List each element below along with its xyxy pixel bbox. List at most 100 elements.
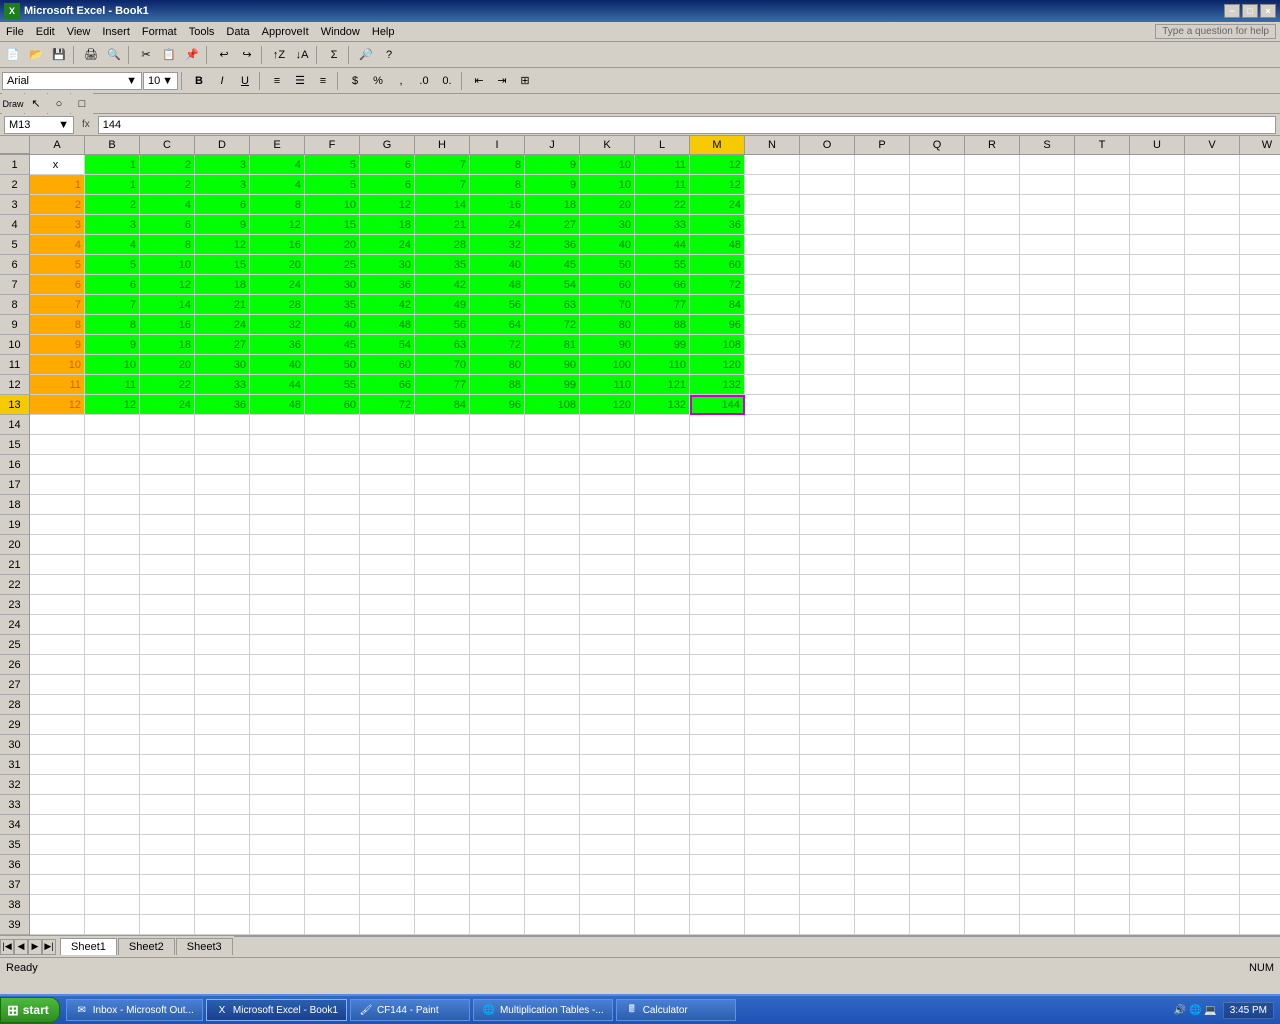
cell-Q17[interactable] bbox=[910, 475, 965, 495]
cell-Q24[interactable] bbox=[910, 615, 965, 635]
cell-D20[interactable] bbox=[195, 535, 250, 555]
cell-I37[interactable] bbox=[470, 875, 525, 895]
cell-W4[interactable] bbox=[1240, 215, 1280, 235]
cell-C30[interactable] bbox=[140, 735, 195, 755]
cell-T27[interactable] bbox=[1075, 675, 1130, 695]
cell-F17[interactable] bbox=[305, 475, 360, 495]
cell-I38[interactable] bbox=[470, 895, 525, 915]
cell-M20[interactable] bbox=[690, 535, 745, 555]
cell-L12[interactable]: 121 bbox=[635, 375, 690, 395]
cell-H38[interactable] bbox=[415, 895, 470, 915]
row-num-26[interactable]: 26 bbox=[0, 655, 30, 675]
cell-N4[interactable] bbox=[745, 215, 800, 235]
cell-V16[interactable] bbox=[1185, 455, 1240, 475]
cell-I7[interactable]: 48 bbox=[470, 275, 525, 295]
cell-Q27[interactable] bbox=[910, 675, 965, 695]
cell-L10[interactable]: 99 bbox=[635, 335, 690, 355]
cell-A36[interactable] bbox=[30, 855, 85, 875]
cell-O4[interactable] bbox=[800, 215, 855, 235]
cell-K25[interactable] bbox=[580, 635, 635, 655]
cell-L19[interactable] bbox=[635, 515, 690, 535]
cell-A13[interactable]: 12 bbox=[30, 395, 85, 415]
cell-H31[interactable] bbox=[415, 755, 470, 775]
menu-insert[interactable]: Insert bbox=[96, 24, 136, 40]
cell-L34[interactable] bbox=[635, 815, 690, 835]
cell-B39[interactable] bbox=[85, 915, 140, 935]
cell-R26[interactable] bbox=[965, 655, 1020, 675]
cell-Q19[interactable] bbox=[910, 515, 965, 535]
cell-C27[interactable] bbox=[140, 675, 195, 695]
cell-R4[interactable] bbox=[965, 215, 1020, 235]
cell-W34[interactable] bbox=[1240, 815, 1280, 835]
cell-V19[interactable] bbox=[1185, 515, 1240, 535]
cell-D11[interactable]: 30 bbox=[195, 355, 250, 375]
cell-L3[interactable]: 22 bbox=[635, 195, 690, 215]
cell-O14[interactable] bbox=[800, 415, 855, 435]
cell-R2[interactable] bbox=[965, 175, 1020, 195]
cell-C13[interactable]: 24 bbox=[140, 395, 195, 415]
cell-A39[interactable] bbox=[30, 915, 85, 935]
cell-J3[interactable]: 18 bbox=[525, 195, 580, 215]
cell-P19[interactable] bbox=[855, 515, 910, 535]
row-num-39[interactable]: 39 bbox=[0, 915, 30, 935]
cell-F31[interactable] bbox=[305, 755, 360, 775]
cell-O33[interactable] bbox=[800, 795, 855, 815]
col-header-B[interactable]: B bbox=[85, 136, 140, 154]
cell-M35[interactable] bbox=[690, 835, 745, 855]
cell-S3[interactable] bbox=[1020, 195, 1075, 215]
cell-L9[interactable]: 88 bbox=[635, 315, 690, 335]
cell-L33[interactable] bbox=[635, 795, 690, 815]
cell-Q15[interactable] bbox=[910, 435, 965, 455]
cell-U15[interactable] bbox=[1130, 435, 1185, 455]
cell-J8[interactable]: 63 bbox=[525, 295, 580, 315]
cell-N27[interactable] bbox=[745, 675, 800, 695]
cell-T37[interactable] bbox=[1075, 875, 1130, 895]
cell-H9[interactable]: 56 bbox=[415, 315, 470, 335]
cell-C36[interactable] bbox=[140, 855, 195, 875]
cell-B28[interactable] bbox=[85, 695, 140, 715]
cell-F3[interactable]: 10 bbox=[305, 195, 360, 215]
cell-A4[interactable]: 3 bbox=[30, 215, 85, 235]
cell-L14[interactable] bbox=[635, 415, 690, 435]
cell-I16[interactable] bbox=[470, 455, 525, 475]
cell-V9[interactable] bbox=[1185, 315, 1240, 335]
cell-J32[interactable] bbox=[525, 775, 580, 795]
cell-N6[interactable] bbox=[745, 255, 800, 275]
cell-P1[interactable] bbox=[855, 155, 910, 175]
cell-F29[interactable] bbox=[305, 715, 360, 735]
cell-C28[interactable] bbox=[140, 695, 195, 715]
cell-U10[interactable] bbox=[1130, 335, 1185, 355]
new-button[interactable]: 📄 bbox=[2, 44, 24, 66]
cell-K20[interactable] bbox=[580, 535, 635, 555]
cell-A33[interactable] bbox=[30, 795, 85, 815]
cell-B13[interactable]: 12 bbox=[85, 395, 140, 415]
row-num-6[interactable]: 6 bbox=[0, 255, 30, 275]
cell-L25[interactable] bbox=[635, 635, 690, 655]
cell-E32[interactable] bbox=[250, 775, 305, 795]
cell-E34[interactable] bbox=[250, 815, 305, 835]
cell-J24[interactable] bbox=[525, 615, 580, 635]
cell-K33[interactable] bbox=[580, 795, 635, 815]
cell-F36[interactable] bbox=[305, 855, 360, 875]
cell-J14[interactable] bbox=[525, 415, 580, 435]
cell-Q33[interactable] bbox=[910, 795, 965, 815]
cell-C33[interactable] bbox=[140, 795, 195, 815]
cell-C37[interactable] bbox=[140, 875, 195, 895]
cell-M29[interactable] bbox=[690, 715, 745, 735]
cell-A22[interactable] bbox=[30, 575, 85, 595]
cell-J4[interactable]: 27 bbox=[525, 215, 580, 235]
cell-K12[interactable]: 110 bbox=[580, 375, 635, 395]
cell-H36[interactable] bbox=[415, 855, 470, 875]
cell-S11[interactable] bbox=[1020, 355, 1075, 375]
cell-D33[interactable] bbox=[195, 795, 250, 815]
cell-B26[interactable] bbox=[85, 655, 140, 675]
cell-U33[interactable] bbox=[1130, 795, 1185, 815]
cell-C18[interactable] bbox=[140, 495, 195, 515]
cell-M6[interactable]: 60 bbox=[690, 255, 745, 275]
cell-O19[interactable] bbox=[800, 515, 855, 535]
cell-I24[interactable] bbox=[470, 615, 525, 635]
cell-W32[interactable] bbox=[1240, 775, 1280, 795]
cell-S13[interactable] bbox=[1020, 395, 1075, 415]
cell-D2[interactable]: 3 bbox=[195, 175, 250, 195]
cell-P25[interactable] bbox=[855, 635, 910, 655]
